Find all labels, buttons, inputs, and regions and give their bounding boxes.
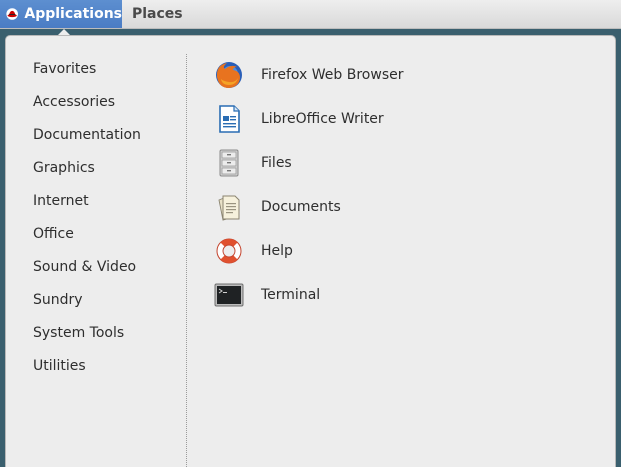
redhat-logo-icon [6,8,18,20]
application-list: Firefox Web Browser LibreOffice Writer F… [213,53,404,317]
app-files[interactable]: Files [213,141,404,185]
app-documents[interactable]: Documents [213,185,404,229]
top-panel: Applications Places [0,0,621,29]
app-firefox[interactable]: Firefox Web Browser [213,53,404,97]
applications-menu: Favorites Accessories Documentation Grap… [5,35,616,467]
app-files-label: Files [261,155,292,171]
app-help-label: Help [261,243,293,259]
app-terminal-label: Terminal [261,287,321,303]
category-utilities[interactable]: Utilities [33,350,141,383]
app-firefox-label: Firefox Web Browser [261,67,404,83]
terminal-icon [214,283,244,307]
app-libreoffice-writer-label: LibreOffice Writer [261,111,384,127]
applications-menu-button[interactable]: Applications [0,0,122,28]
menu-divider [186,54,187,467]
category-sound-video[interactable]: Sound & Video [33,251,141,284]
category-office[interactable]: Office [33,218,141,251]
app-terminal[interactable]: Terminal [213,273,404,317]
category-internet[interactable]: Internet [33,185,141,218]
app-documents-label: Documents [261,199,341,215]
category-favorites[interactable]: Favorites [33,53,141,86]
firefox-icon [216,62,242,88]
lifebuoy-icon [216,238,242,264]
category-list: Favorites Accessories Documentation Grap… [33,53,141,383]
libreoffice-writer-icon [219,105,240,133]
app-libreoffice-writer[interactable]: LibreOffice Writer [213,97,404,141]
documents-icon [218,195,240,221]
category-documentation[interactable]: Documentation [33,119,141,152]
places-menu-button[interactable]: Places [132,0,183,28]
applications-label: Applications [24,6,122,22]
category-accessories[interactable]: Accessories [33,86,141,119]
file-cabinet-icon [219,149,239,177]
category-graphics[interactable]: Graphics [33,152,141,185]
category-system-tools[interactable]: System Tools [33,317,141,350]
app-help[interactable]: Help [213,229,404,273]
category-sundry[interactable]: Sundry [33,284,141,317]
